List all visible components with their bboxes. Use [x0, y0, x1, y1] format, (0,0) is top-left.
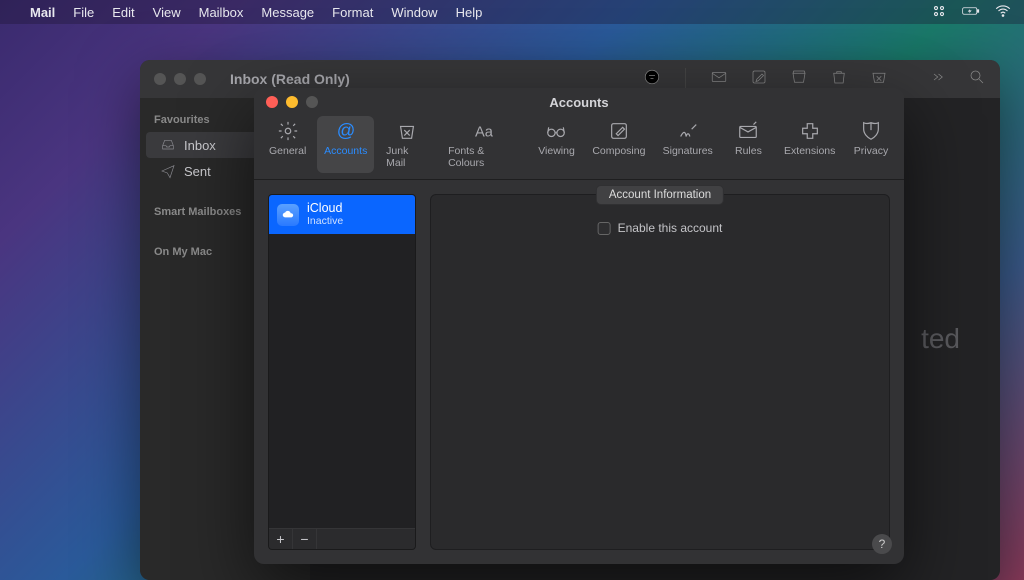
account-item-icloud[interactable]: iCloud Inactive [269, 195, 415, 234]
tab-general[interactable]: General [262, 116, 313, 173]
at-icon: @ [335, 120, 357, 142]
wifi-icon[interactable] [994, 2, 1012, 23]
tab-extensions[interactable]: Extensions [777, 116, 842, 173]
traffic-lights[interactable] [266, 96, 318, 108]
accounts-list-footer: + − [269, 528, 415, 549]
menu-window[interactable]: Window [391, 5, 437, 20]
junk-icon [396, 120, 418, 142]
account-status: Inactive [307, 216, 343, 228]
pref-toolbar: General @ Accounts Junk Mail Aa Fonts & … [254, 112, 904, 180]
add-account-button[interactable]: + [269, 529, 293, 549]
pref-titlebar: Accounts [254, 88, 904, 112]
empty-state-partial-text: ted [921, 323, 960, 355]
menu-message[interactable]: Message [261, 5, 314, 20]
traffic-lights-inactive[interactable] [154, 73, 206, 85]
svg-text:@: @ [336, 120, 355, 141]
control-center-icon[interactable] [930, 2, 948, 23]
sent-icon [160, 163, 176, 179]
macos-menu-bar: Mail File Edit View Mailbox Message Form… [0, 0, 1024, 24]
account-detail-pane: Account Information Enable this account [430, 194, 890, 550]
inbox-icon [160, 137, 176, 153]
tab-privacy[interactable]: Privacy [846, 116, 896, 173]
menu-edit[interactable]: Edit [112, 5, 134, 20]
close-button[interactable] [266, 96, 278, 108]
tab-signatures[interactable]: Signatures [656, 116, 719, 173]
minimize-button[interactable] [286, 96, 298, 108]
tab-composing[interactable]: Composing [586, 116, 652, 173]
account-name: iCloud [307, 202, 343, 216]
tab-rules[interactable]: Rules [723, 116, 773, 173]
menu-view[interactable]: View [153, 5, 181, 20]
svg-text:Aa: Aa [475, 125, 494, 141]
menu-file[interactable]: File [73, 5, 94, 20]
fonts-icon: Aa [473, 120, 495, 142]
sidebar-item-label: Sent [184, 164, 211, 179]
app-name[interactable]: Mail [30, 5, 55, 20]
zoom-button[interactable] [306, 96, 318, 108]
menu-help[interactable]: Help [456, 5, 483, 20]
pref-title: Accounts [254, 95, 904, 110]
tab-viewing[interactable]: Viewing [531, 116, 582, 173]
search-icon[interactable] [968, 68, 986, 91]
menu-mailbox[interactable]: Mailbox [199, 5, 244, 20]
remove-account-button[interactable]: − [293, 529, 317, 549]
accounts-list: iCloud Inactive + − [268, 194, 416, 550]
icloud-icon [277, 204, 299, 226]
tab-accounts[interactable]: @ Accounts [317, 116, 374, 173]
toolbar-separator [685, 68, 686, 90]
sidebar-item-label: Inbox [184, 138, 216, 153]
mail-window-title: Inbox (Read Only) [230, 71, 350, 87]
more-chevron-icon[interactable] [928, 68, 946, 91]
enable-account-checkbox[interactable] [598, 222, 611, 235]
menu-format[interactable]: Format [332, 5, 373, 20]
glasses-icon [545, 120, 567, 142]
gear-icon [277, 120, 299, 142]
privacy-icon [860, 120, 882, 142]
enable-account-label: Enable this account [618, 221, 723, 235]
tab-junk[interactable]: Junk Mail [378, 116, 436, 173]
help-button[interactable]: ? [872, 534, 892, 554]
rules-icon [737, 120, 759, 142]
signature-icon [677, 120, 699, 142]
compose-icon [608, 120, 630, 142]
tab-fonts[interactable]: Aa Fonts & Colours [440, 116, 527, 173]
extensions-icon [799, 120, 821, 142]
battery-icon[interactable] [962, 2, 980, 23]
account-info-segment[interactable]: Account Information [596, 185, 724, 205]
preferences-window: Accounts General @ Accounts Junk Mail Aa… [254, 88, 904, 564]
